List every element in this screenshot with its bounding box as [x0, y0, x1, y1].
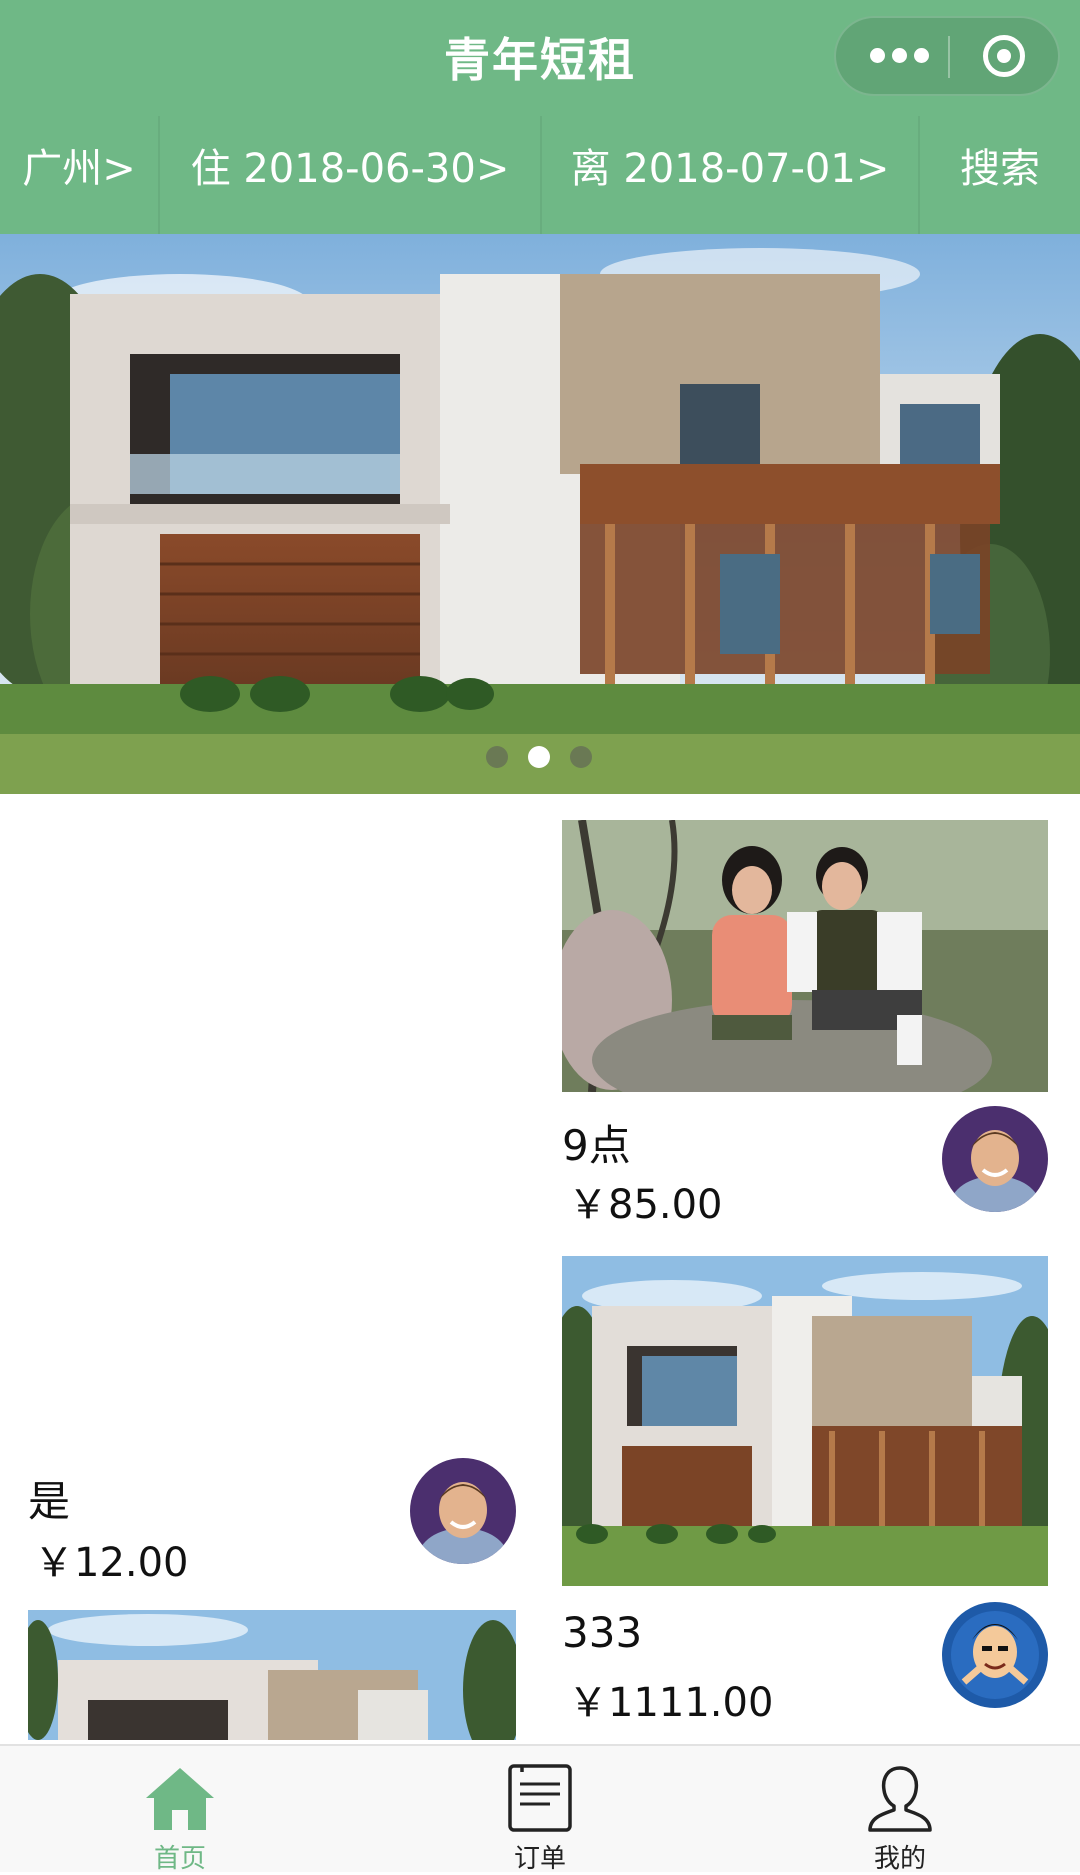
carousel-dot[interactable] [486, 746, 508, 768]
nav-bar: 青年短租 [0, 0, 1080, 116]
banner-carousel[interactable] [0, 234, 1080, 794]
carousel-indicator [486, 746, 596, 770]
tab-label: 订单 [513, 1844, 566, 1874]
tab-label: 我的 [873, 1844, 926, 1874]
listing-card[interactable]: 是 ￥12.00 [28, 820, 518, 1740]
host-avatar[interactable] [410, 1458, 516, 1564]
listing-price: ￥85.00 [568, 1182, 723, 1228]
tab-orders[interactable]: 订单 [360, 1746, 720, 1874]
tab-home[interactable]: 首页 [0, 1746, 360, 1874]
carousel-dot[interactable] [570, 746, 592, 768]
carousel-dot-active[interactable] [528, 746, 550, 768]
capsule-divider [948, 36, 950, 78]
listing-title: 是 [28, 1477, 71, 1526]
host-avatar[interactable] [942, 1106, 1048, 1212]
check-out-date-picker[interactable]: 离 2018-07-01> [542, 116, 920, 234]
filter-bar: 广州> 住 2018-06-30> 离 2018-07-01> 搜索 [0, 116, 1080, 234]
tab-label: 首页 [153, 1844, 206, 1874]
city-selector[interactable]: 广州> [0, 116, 160, 234]
profile-icon [868, 1766, 932, 1832]
listing-card[interactable]: 9点 ￥85.00 [562, 820, 1052, 1228]
listing-photo[interactable] [562, 820, 1048, 1092]
host-avatar[interactable] [942, 1602, 1048, 1708]
order-icon [508, 1764, 572, 1832]
tab-profile[interactable]: 我的 [720, 1746, 1080, 1874]
listing-price: ￥12.00 [34, 1540, 189, 1586]
home-icon [146, 1768, 214, 1830]
listing-photo[interactable] [562, 1256, 1048, 1586]
miniprogram-capsule [834, 16, 1060, 96]
listing-title: 9点 [562, 1121, 631, 1170]
search-button[interactable]: 搜索 [920, 116, 1080, 234]
listing-photo[interactable] [28, 1610, 516, 1740]
more-icon[interactable] [870, 48, 930, 66]
listing-card[interactable]: 333 ￥1111.00 [562, 1256, 1052, 1744]
tab-bar: 首页 订单 我的 [0, 1744, 1080, 1874]
listing-title: 333 [562, 1608, 643, 1657]
check-in-date-picker[interactable]: 住 2018-06-30> [160, 116, 542, 234]
listing-price: ￥1111.00 [568, 1680, 774, 1726]
close-target-icon[interactable] [983, 35, 1025, 77]
banner-house-image [0, 234, 1080, 794]
